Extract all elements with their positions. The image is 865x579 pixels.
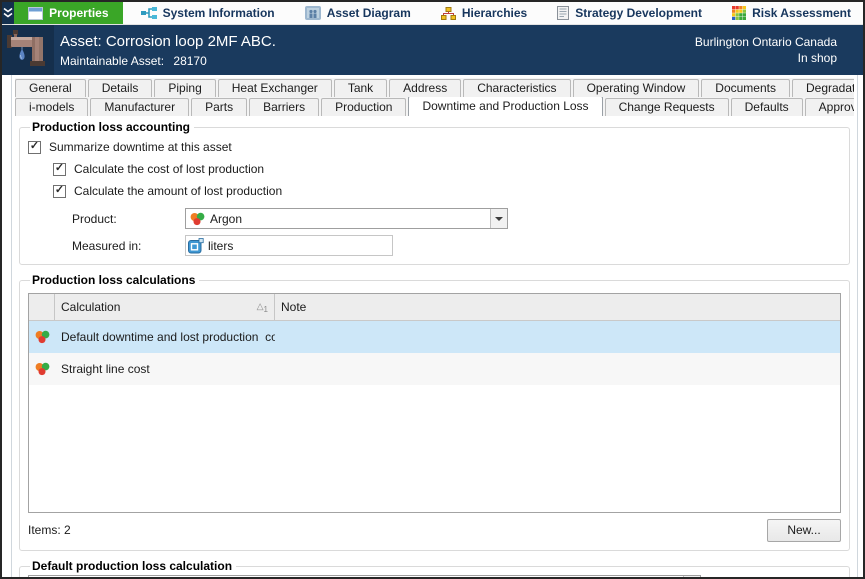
tab-operating-window[interactable]: Operating Window [573,79,700,97]
note-cell [275,353,840,385]
calculate-cost-checkbox-row[interactable]: Calculate the cost of lost production [53,158,841,180]
tab-address[interactable]: Address [389,79,461,97]
tab-heat-exchanger[interactable]: Heat Exchanger [218,79,332,97]
toolbar-tab-asset-diagram[interactable]: Asset Diagram [293,2,423,24]
summarize-downtime-checkbox-row[interactable]: Summarize downtime at this asset [28,136,841,158]
checkbox-checked[interactable] [28,141,41,154]
asset-title: Asset: Corrosion loop 2MF ABC. [60,32,695,51]
tab-change-requests[interactable]: Change Requests [605,98,729,116]
table-header-row: Calculation △1 Note [29,294,840,321]
items-count: Items: 2 [28,523,71,537]
checkbox-label: Calculate the cost of lost production [74,162,264,176]
group-title: Production loss calculations [30,273,199,287]
toolbar-tab-label: System Information [163,6,275,20]
tab-parts[interactable]: Parts [191,98,247,116]
collapse-toolbar-button[interactable] [2,2,14,24]
product-value: Argon [210,212,242,226]
tab-i-models[interactable]: i-models [15,98,88,116]
maintainable-asset-id: 28170 [173,54,206,68]
tab-row-2: i-models Manufacturer Parts Barriers Pro… [15,97,854,116]
toolbar-tab-label: Asset Diagram [327,6,411,20]
group-title: Production loss accounting [30,120,194,134]
dropdown-arrow-icon[interactable] [490,209,507,228]
table-row[interactable]: Straight line cost [29,353,840,385]
new-button[interactable]: New... [767,519,841,542]
app-window: Properties System Information Asset Diag… [0,0,865,579]
window-icon [28,7,43,20]
calculation-column-header[interactable]: Calculation △1 [55,294,275,320]
tab-manufacturer[interactable]: Manufacturer [90,98,189,116]
checkbox-label: Summarize downtime at this asset [49,140,232,154]
tab-content: Production loss accounting Summarize dow… [15,116,854,579]
tab-production[interactable]: Production [321,98,406,116]
tab-downtime-and-production-loss[interactable]: Downtime and Production Loss [408,97,602,116]
tab-defaults[interactable]: Defaults [731,98,803,116]
toolbar-tab-risk-assessment[interactable]: Risk Assessment [720,2,863,24]
main-toolbar: Properties System Information Asset Diag… [2,2,863,25]
group-title: Default production loss calculation [30,559,236,573]
toolbar-tab-label: Risk Assessment [752,6,851,20]
tab-row-1: General Details Piping Heat Exchanger Ta… [15,78,854,97]
asset-header: Asset: Corrosion loop 2MF ABC. Maintaina… [2,25,863,75]
checkbox-checked[interactable] [53,185,66,198]
document-icon [557,6,569,20]
hierarchy-icon [441,7,456,20]
toolbar-tab-hierarchies[interactable]: Hierarchies [429,2,539,24]
tab-documents[interactable]: Documents [701,79,790,97]
toolbar-tab-properties[interactable]: Properties [14,2,122,24]
calculations-table: Calculation △1 Note Default downtime and… [28,293,841,513]
production-loss-calculations-group: Production loss calculations Calculation… [19,273,850,551]
corroded-pipe-icon [2,25,54,75]
calculation-cell: Default downtime and lost production co.… [55,321,275,353]
column-label: Note [281,300,306,314]
system-info-icon [141,6,157,20]
measured-in-value: liters [208,239,233,253]
sort-ascending-icon: △1 [257,301,268,314]
toolbar-tab-label: Properties [49,6,108,20]
production-loss-accounting-group: Production loss accounting Summarize dow… [19,120,850,265]
column-label: Calculation [61,300,120,314]
toolbar-tab-strategy-development[interactable]: Strategy Development [545,2,714,24]
asset-diagram-icon [305,6,321,20]
molecule-icon [29,353,55,385]
toolbar-tab-label: Hierarchies [462,6,527,20]
toolbar-tab-system-information[interactable]: System Information [129,2,287,24]
default-calculation-dropdown[interactable]: Default downtime and lost production cos… [28,575,701,579]
tab-strip: General Details Piping Heat Exchanger Ta… [15,78,854,116]
measured-in-field[interactable]: liters [185,235,393,256]
tab-details[interactable]: Details [88,79,153,97]
unit-icon [188,238,204,254]
icon-column-header[interactable] [29,294,55,320]
tab-characteristics[interactable]: Characteristics [463,79,570,97]
table-row[interactable]: Default downtime and lost production co.… [29,321,840,353]
molecule-icon [190,212,205,226]
asset-status: In shop [695,50,837,66]
checkbox-checked[interactable] [53,163,66,176]
molecule-icon [29,321,55,353]
properties-panel: General Details Piping Heat Exchanger Ta… [11,75,858,579]
table-empty-area [29,385,840,512]
note-column-header[interactable]: Note [275,294,840,320]
product-dropdown[interactable]: Argon [185,208,508,229]
default-production-loss-calculation-group: Default production loss calculation Defa… [19,559,850,579]
product-label: Product: [72,212,185,226]
note-cell [275,321,840,353]
chevron-double-down-icon [2,7,14,19]
tab-general[interactable]: General [15,79,86,97]
tab-degradation-info[interactable]: Degradation Info [792,79,854,97]
tab-piping[interactable]: Piping [154,79,215,97]
asset-location: Burlington Ontario Canada [695,34,837,50]
toolbar-tab-label: Strategy Development [575,6,702,20]
checkbox-label: Calculate the amount of lost production [74,184,282,198]
measured-in-label: Measured in: [72,239,185,253]
tab-barriers[interactable]: Barriers [249,98,319,116]
tab-approvals[interactable]: Approvals [805,98,854,116]
calculation-cell: Straight line cost [55,353,275,385]
maintainable-asset-label: Maintainable Asset: [60,54,164,68]
risk-matrix-icon [732,6,746,20]
tab-tank[interactable]: Tank [334,79,387,97]
calculate-amount-checkbox-row[interactable]: Calculate the amount of lost production [53,180,841,202]
